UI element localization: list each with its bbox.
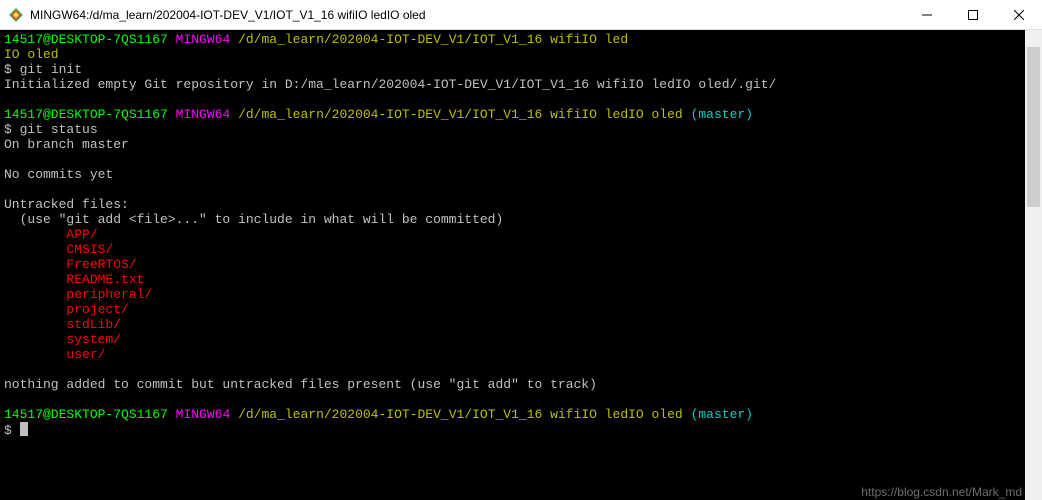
untracked-file: stdLib/ [66,317,121,332]
terminal-output[interactable]: 14517@DESKTOP-7QS1167 MINGW64 /d/ma_lear… [0,30,1025,500]
cmd-text: git init [20,62,82,77]
untracked-file: APP/ [66,227,97,242]
prompt-path: /d/ma_learn/202004-IOT-DEV_V1/IOT_V1_16 … [238,107,683,122]
app-icon [8,7,24,23]
status-nothing-added: nothing added to commit but untracked fi… [4,377,597,392]
prompt-shell: MINGW64 [176,407,231,422]
untracked-file: FreeRTOS/ [66,257,136,272]
status-no-commits: No commits yet [4,167,113,182]
untracked-file: system/ [66,332,121,347]
output-line: Initialized empty Git repository in D:/m… [4,77,776,92]
prompt-branch: (master) [691,107,753,122]
vertical-scrollbar[interactable] [1025,30,1042,500]
untracked-file: user/ [66,347,105,362]
status-untracked-hint: (use "git add <file>..." to include in w… [4,212,503,227]
untracked-file: project/ [66,302,128,317]
prompt-user-host: 14517@DESKTOP-7QS1167 [4,407,168,422]
untracked-file: README.txt [66,272,144,287]
prompt-user-host: 14517@DESKTOP-7QS1167 [4,107,168,122]
window-title: MINGW64:/d/ma_learn/202004-IOT-DEV_V1/IO… [30,8,904,22]
status-untracked-header: Untracked files: [4,197,129,212]
cursor-icon [20,422,28,436]
prompt-path: /d/ma_learn/202004-IOT-DEV_V1/IOT_V1_16 … [238,32,628,47]
prompt-shell: MINGW64 [176,107,231,122]
maximize-button[interactable] [950,0,996,29]
cmd-prompt: $ [4,423,20,438]
cmd-prompt: $ [4,62,20,77]
scrollbar-thumb[interactable] [1027,47,1040,207]
prompt-path-wrap: IO oled [4,47,59,62]
prompt-user-host: 14517@DESKTOP-7QS1167 [4,32,168,47]
minimize-button[interactable] [904,0,950,29]
untracked-file: peripheral/ [66,287,152,302]
window-titlebar: MINGW64:/d/ma_learn/202004-IOT-DEV_V1/IO… [0,0,1042,30]
close-button[interactable] [996,0,1042,29]
cmd-text: git status [20,122,98,137]
window-controls [904,0,1042,29]
prompt-path: /d/ma_learn/202004-IOT-DEV_V1/IOT_V1_16 … [238,407,683,422]
cmd-prompt: $ [4,122,20,137]
prompt-shell: MINGW64 [176,32,231,47]
prompt-branch: (master) [691,407,753,422]
status-on-branch: On branch master [4,137,129,152]
untracked-file: CMSIS/ [66,242,113,257]
